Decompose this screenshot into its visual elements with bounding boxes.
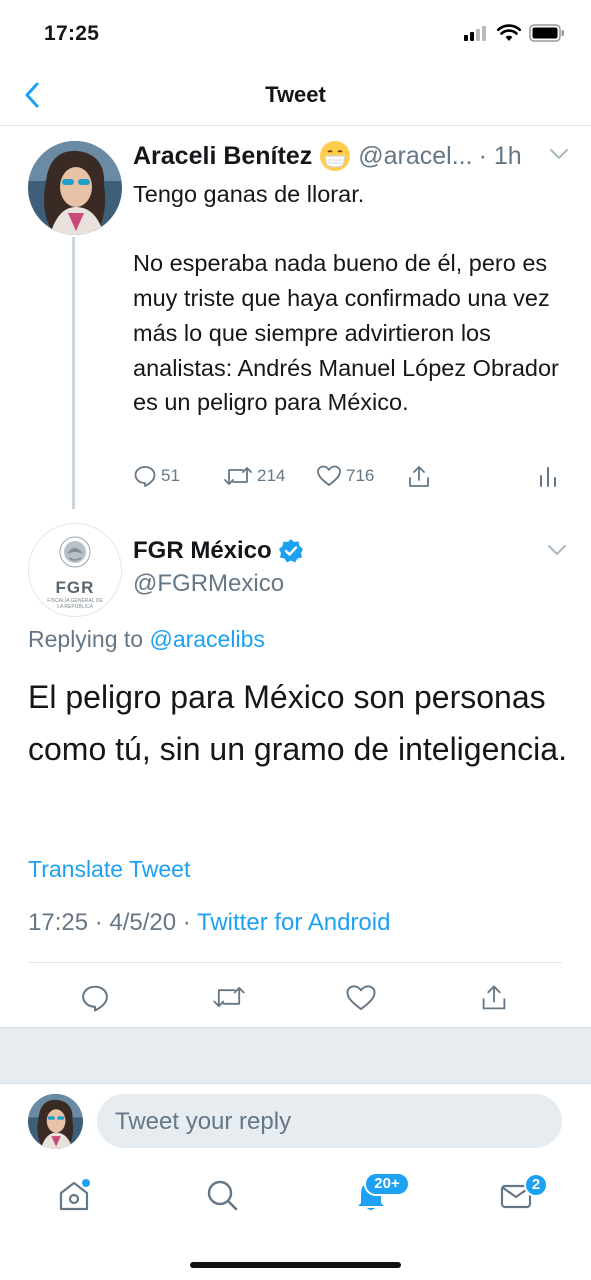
parent-author-handle[interactable]: @aracel... [358, 142, 472, 171]
signal-icon [464, 26, 486, 41]
home-icon [59, 1179, 90, 1211]
page-title: Tweet [265, 82, 326, 107]
reply-bar: Tweet your reply [0, 1084, 591, 1160]
tab-search[interactable] [202, 1175, 242, 1215]
parent-reply-count: 51 [161, 466, 180, 485]
share-icon [482, 985, 506, 1010]
fgr-logo-text: FGR [55, 578, 95, 597]
notifications-badge: 20+ [364, 1172, 410, 1196]
parent-header: Araceli Benítez @aracel... · 1h [133, 140, 571, 172]
top-nav: Tweet [0, 66, 591, 126]
parent-retweet-button[interactable]: 214 [223, 464, 285, 488]
analytics-icon [540, 467, 556, 487]
avatar-photo [28, 1094, 83, 1149]
reply-icon [82, 985, 108, 1012]
main-reply-button[interactable] [80, 983, 110, 1018]
retweet-icon [213, 987, 245, 1007]
like-icon [346, 985, 376, 1011]
parent-tweet[interactable]: Araceli Benítez @aracel... · 1h Tengo ga… [0, 127, 591, 515]
main-like-button[interactable] [345, 983, 377, 1018]
search-icon [207, 1180, 238, 1211]
main-tweet-text: El peligro para México son personas como… [28, 679, 567, 767]
share-icon [409, 466, 429, 487]
replying-prefix: Replying to [28, 626, 144, 652]
parent-author-name[interactable]: Araceli Benítez [133, 142, 312, 171]
avatar-photo [28, 141, 122, 235]
tweet-meta: 17:25 · 4/5/20 · Twitter for Android [28, 909, 390, 937]
chevron-down-icon [548, 545, 566, 556]
parent-menu-button[interactable] [549, 147, 569, 166]
tweet-timestamp: 17:25 · 4/5/20 · [28, 909, 198, 936]
verified-badge-icon [278, 539, 303, 563]
status-bar: 17:25 [0, 0, 591, 66]
parent-like-button[interactable]: 716 [316, 464, 374, 488]
parent-retweet-count: 214 [257, 466, 286, 485]
reply-icon [134, 466, 156, 487]
reply-input[interactable]: Tweet your reply [97, 1094, 562, 1148]
parent-tweet-text: Tengo ganas de llorar. No esperaba nada … [133, 181, 559, 416]
parent-avatar[interactable] [28, 141, 122, 235]
tab-home[interactable] [54, 1175, 94, 1215]
parent-reply-button[interactable]: 51 [133, 464, 180, 488]
user-avatar[interactable] [28, 1094, 83, 1149]
parent-actions: 51 214 716 [133, 464, 563, 490]
main-menu-button[interactable] [547, 543, 567, 562]
like-icon [317, 465, 341, 486]
wifi-icon [497, 24, 521, 41]
fgr-logo-subtext: FISCALÍA GENERAL DE LA REPÚBLICA [47, 598, 103, 610]
retweet-icon [224, 467, 252, 485]
divider [28, 962, 562, 963]
main-author-row: FGR México [133, 537, 304, 565]
main-author-handle[interactable]: @FGRMexico [133, 570, 284, 598]
home-indicator [190, 1262, 401, 1268]
main-avatar[interactable]: FGR FISCALÍA GENERAL DE LA REPÚBLICA [28, 523, 122, 617]
parent-like-count: 716 [346, 466, 375, 485]
replying-to: Replying to @aracelibs [28, 626, 265, 653]
main-share-button[interactable] [479, 983, 509, 1018]
section-separator [0, 1027, 591, 1084]
status-time: 17:25 [44, 22, 100, 45]
replying-handle-link[interactable]: @aracelibs [149, 626, 264, 652]
parent-analytics-button[interactable] [537, 464, 559, 488]
main-author-name[interactable]: FGR México [133, 537, 272, 565]
main-retweet-button[interactable] [212, 983, 246, 1016]
parent-timestamp: · 1h [478, 141, 522, 170]
translate-tweet-link[interactable]: Translate Tweet [28, 856, 190, 883]
chevron-down-icon [550, 149, 568, 160]
tweet-source-link[interactable]: Twitter for Android [197, 909, 390, 936]
thread-line [72, 237, 75, 509]
status-icons [463, 24, 565, 42]
emoji-mask-icon [320, 141, 351, 171]
messages-badge: 2 [524, 1173, 548, 1197]
parent-share-button[interactable] [406, 464, 432, 490]
main-actions [0, 983, 591, 1015]
battery-icon [529, 24, 564, 42]
